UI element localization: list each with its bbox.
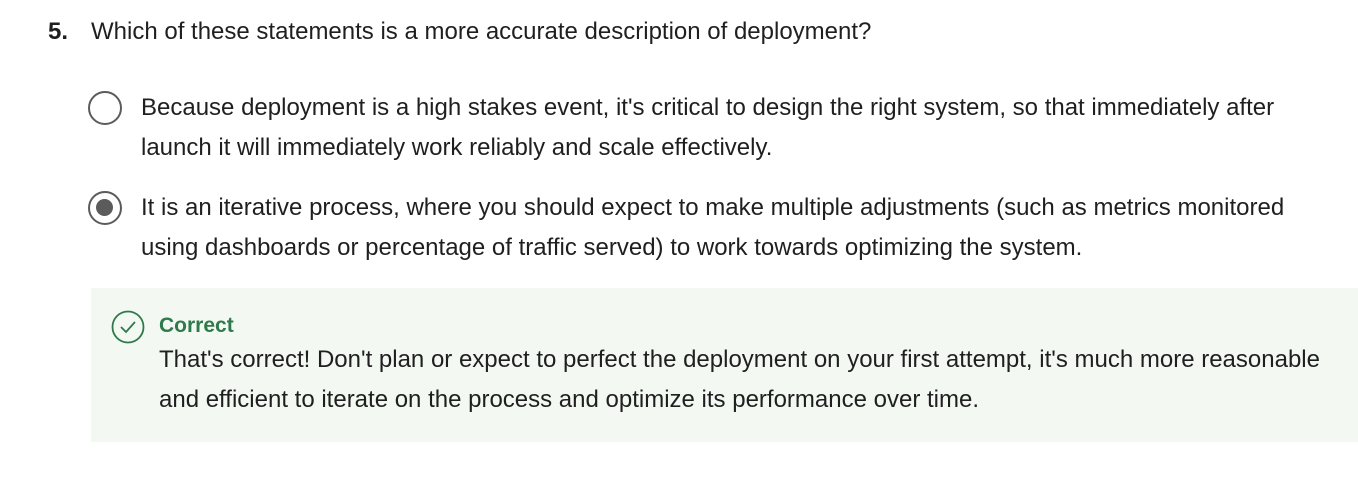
radio-button-option-2[interactable] [88,191,122,225]
option-2-label: It is an iterative process, where you sh… [141,194,1285,261]
feedback-panel: Correct That's correct! Don't plan or ex… [91,288,1358,442]
option-2[interactable]: It is an iterative process, where you sh… [88,188,1338,268]
option-1[interactable]: Because deployment is a high stakes even… [88,88,1338,168]
radio-button-option-1[interactable] [88,91,122,125]
feedback-body: Correct That's correct! Don't plan or ex… [159,310,1339,420]
option-1-label: Because deployment is a high stakes even… [141,94,1275,161]
feedback-status: Correct [159,314,234,337]
question-text: Which of these statements is a more accu… [91,18,872,45]
answer-options: Because deployment is a high stakes even… [88,88,1338,288]
question-number: 5. [48,18,69,45]
question-header: 5. Which of these statements is a more a… [48,14,1338,50]
feedback-message: That's correct! Don't plan or expect to … [159,346,1320,413]
question-title-row: 5. Which of these statements is a more a… [48,14,1338,50]
check-circle-icon [111,310,145,344]
feedback-row: Correct That's correct! Don't plan or ex… [111,310,1358,420]
